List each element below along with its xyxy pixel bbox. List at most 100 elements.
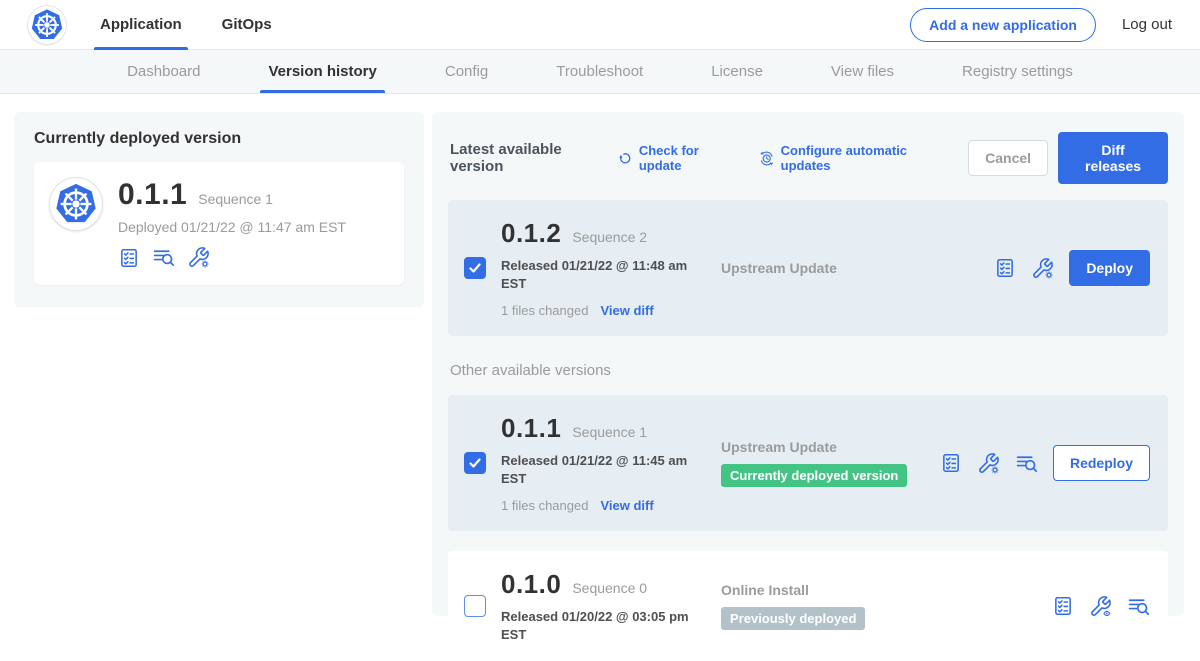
tab-gitops-label: GitOps <box>222 16 272 33</box>
subnav-tab-view-files[interactable]: View files <box>823 50 902 93</box>
check-icon <box>468 261 482 275</box>
deployed-version-details: 0.1.1 Sequence 1 Deployed 01/21/22 @ 11:… <box>118 178 346 269</box>
version-number: 0.1.2 <box>501 218 561 249</box>
app-sub-nav: Dashboard Version history Config Trouble… <box>0 50 1200 94</box>
deployed-action-icons <box>118 246 346 269</box>
version-checkbox[interactable] <box>464 595 486 617</box>
tab-application[interactable]: Application <box>94 0 188 50</box>
version-source: Upstream Update <box>713 260 994 276</box>
config-edit-icon[interactable] <box>187 246 210 269</box>
files-changed-count: 1 files changed <box>501 303 588 318</box>
subnav-tab-label: Version history <box>268 63 376 80</box>
version-actions: Redeploy <box>940 445 1152 481</box>
other-versions-title: Other available versions <box>450 362 1168 379</box>
currently-deployed-card: Currently deployed version 0.1 <box>14 112 424 307</box>
redeploy-button[interactable]: Redeploy <box>1053 445 1150 481</box>
diff-releases-button[interactable]: Diff releases <box>1058 132 1168 184</box>
subnav-tab-version-history[interactable]: Version history <box>260 50 384 93</box>
version-line: 0.1.2 Sequence 2 <box>501 218 713 249</box>
source-label: Upstream Update <box>721 260 994 276</box>
version-row-0-1-1: 0.1.1 Sequence 1 Released 01/21/22 @ 11:… <box>448 395 1168 531</box>
version-info: 0.1.2 Sequence 2 Released 01/21/22 @ 11:… <box>501 218 713 318</box>
version-actions: Deploy <box>994 250 1152 286</box>
version-info: 0.1.0 Sequence 0 Released 01/20/22 @ 03:… <box>501 569 713 643</box>
check-for-update-link[interactable]: Check for update <box>618 143 735 173</box>
deploy-logs-icon[interactable] <box>1015 452 1038 475</box>
config-view-icon[interactable] <box>1089 595 1112 618</box>
subnav-tab-label: Config <box>445 63 488 80</box>
kubernetes-logo <box>28 6 66 44</box>
config-edit-icon[interactable] <box>977 452 1000 475</box>
tab-gitops[interactable]: GitOps <box>216 0 278 50</box>
deployed-card-title: Currently deployed version <box>34 130 404 148</box>
deploy-logs-icon[interactable] <box>152 246 175 269</box>
cancel-button[interactable]: Cancel <box>968 140 1048 176</box>
version-source: Online Install Previously deployed <box>713 582 1052 630</box>
deployed-version-card: 0.1.1 Sequence 1 Deployed 01/21/22 @ 11:… <box>34 162 404 285</box>
version-checkbox[interactable] <box>464 257 486 279</box>
logout-link[interactable]: Log out <box>1122 16 1172 33</box>
subnav-tab-license[interactable]: License <box>703 50 771 93</box>
check-icon <box>468 456 482 470</box>
subnav-tab-label: Registry settings <box>962 63 1073 80</box>
preflight-checks-icon[interactable] <box>940 452 962 474</box>
refresh-icon <box>618 150 633 166</box>
version-source: Upstream Update Currently deployed versi… <box>713 439 940 487</box>
version-number: 0.1.0 <box>501 569 561 600</box>
preflight-checks-icon[interactable] <box>1052 595 1074 617</box>
subnav-tab-label: License <box>711 63 763 80</box>
subnav-tab-dashboard[interactable]: Dashboard <box>119 50 208 93</box>
source-label: Online Install <box>721 582 1052 598</box>
version-checkbox[interactable] <box>464 452 486 474</box>
version-line: 0.1.1 Sequence 1 <box>501 413 713 444</box>
app-icon <box>50 178 102 230</box>
subnav-tab-label: Dashboard <box>127 63 200 80</box>
released-timestamp: Released 01/21/22 @ 11:45 am EST <box>501 452 713 487</box>
version-line: 0.1.1 Sequence 1 <box>118 178 346 212</box>
released-timestamp: Released 01/20/22 @ 03:05 pm EST <box>501 608 713 643</box>
subnav-tab-troubleshoot[interactable]: Troubleshoot <box>548 50 651 93</box>
view-diff-link[interactable]: View diff <box>600 303 653 318</box>
add-application-button[interactable]: Add a new application <box>910 8 1096 42</box>
currently-deployed-badge: Currently deployed version <box>721 464 907 487</box>
subnav-tab-config[interactable]: Config <box>437 50 496 93</box>
config-edit-icon[interactable] <box>1031 257 1054 280</box>
subnav-tab-label: Troubleshoot <box>556 63 643 80</box>
previously-deployed-badge: Previously deployed <box>721 607 865 630</box>
version-sequence: Sequence 0 <box>572 580 647 596</box>
top-nav-right: Add a new application Log out <box>910 8 1172 42</box>
deploy-logs-icon[interactable] <box>1127 595 1150 618</box>
kubernetes-wheel-icon <box>54 182 98 226</box>
files-changed-line: 1 files changed View diff <box>501 498 713 513</box>
subnav-tab-label: View files <box>831 63 894 80</box>
source-label: Upstream Update <box>721 439 940 455</box>
subnav-tab-registry-settings[interactable]: Registry settings <box>954 50 1081 93</box>
top-nav-tabs: Application GitOps <box>94 0 306 50</box>
files-changed-line: 1 files changed View diff <box>501 303 713 318</box>
deployed-sequence: Sequence 1 <box>198 191 273 207</box>
configure-auto-updates-link[interactable]: Configure automatic updates <box>759 143 944 173</box>
version-number: 0.1.1 <box>501 413 561 444</box>
released-timestamp: Released 01/21/22 @ 11:48 am EST <box>501 257 713 292</box>
tab-application-label: Application <box>100 16 182 33</box>
version-row-0-1-0: 0.1.0 Sequence 0 Released 01/20/22 @ 03:… <box>448 551 1168 661</box>
version-info: 0.1.1 Sequence 1 Released 01/21/22 @ 11:… <box>501 413 713 513</box>
latest-version-title: Latest available version <box>450 141 604 175</box>
main-content: Currently deployed version 0.1 <box>0 94 1200 616</box>
files-changed-count: 1 files changed <box>501 498 588 513</box>
preflight-checks-icon[interactable] <box>118 247 140 269</box>
deployed-timestamp: Deployed 01/21/22 @ 11:47 am EST <box>118 219 346 235</box>
view-diff-link[interactable]: View diff <box>600 498 653 513</box>
deploy-button[interactable]: Deploy <box>1069 250 1150 286</box>
clock-refresh-icon <box>759 150 774 167</box>
version-history-panel: Latest available version Check for updat… <box>432 112 1184 616</box>
version-sequence: Sequence 2 <box>572 229 647 245</box>
top-nav: Application GitOps Add a new application… <box>0 0 1200 50</box>
preflight-checks-icon[interactable] <box>994 257 1016 279</box>
row-gap <box>448 531 1168 551</box>
deployed-version-number: 0.1.1 <box>118 178 187 212</box>
version-row-0-1-2: 0.1.2 Sequence 2 Released 01/21/22 @ 11:… <box>448 200 1168 336</box>
active-subnav-underline <box>260 90 384 93</box>
version-line: 0.1.0 Sequence 0 <box>501 569 713 600</box>
kubernetes-wheel-icon <box>30 8 64 42</box>
